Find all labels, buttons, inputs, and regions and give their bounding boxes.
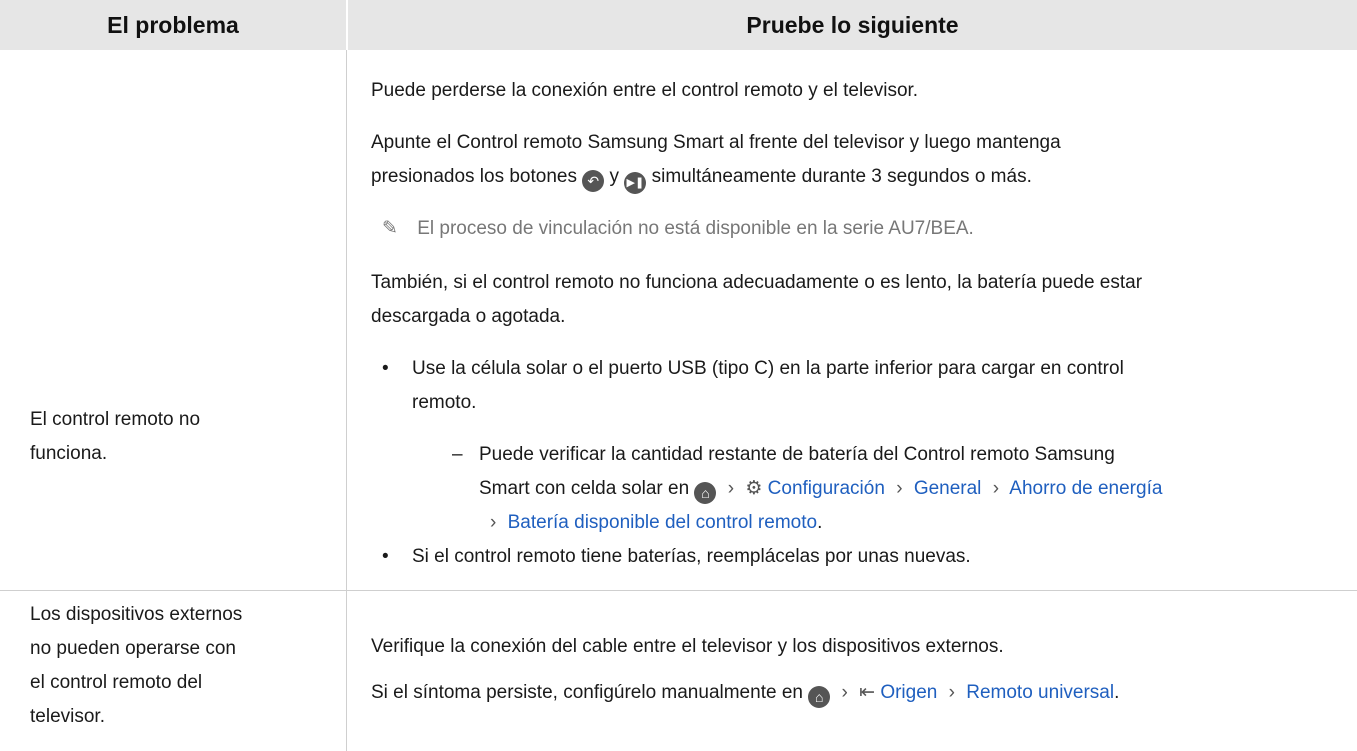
header-solution: Pruebe lo siguiente	[348, 0, 1357, 50]
row1-bullet1-line2: remoto.	[412, 392, 477, 413]
menu-general-link[interactable]: General	[914, 478, 982, 499]
menu-battery-link[interactable]: Batería disponible del control remoto	[508, 512, 817, 533]
row2-p2-text: Si el síntoma persiste, configúrelo manu…	[371, 682, 803, 703]
chevron-right-icon: ›	[727, 478, 735, 499]
row1-note-text: El proceso de vinculación no está dispon…	[417, 218, 974, 239]
row1-problem-line1: El control remoto no	[30, 409, 201, 430]
row1-note: ✎ El proceso de vinculación no está disp…	[382, 212, 974, 246]
chevron-right-icon: ›	[896, 478, 903, 499]
row1-sub-text: Smart con celda solar en	[479, 478, 690, 499]
row1-p2-text-b: y	[609, 166, 620, 187]
play-pause-icon: ▶❚	[624, 172, 647, 194]
row1-sub-line1: Puede verificar la cantidad restante de …	[479, 444, 1115, 465]
header-problem: El problema	[0, 0, 346, 50]
menu-source-link[interactable]: Origen	[880, 682, 937, 703]
bullet-icon: •	[382, 358, 389, 379]
row1-bullet2: Si el control remoto tiene baterías, ree…	[412, 546, 971, 567]
dash-icon: –	[452, 444, 463, 465]
row1-problem-line2: funciona.	[30, 443, 108, 464]
return-icon: ↶	[582, 170, 605, 192]
row2-paragraph2: Si el síntoma persiste, configúrelo manu…	[371, 676, 1119, 710]
row2-problem-line2: no pueden operarse con	[30, 638, 236, 659]
row1-bullet1-line1: Use la célula solar o el puerto USB (tip…	[412, 358, 1124, 379]
row2-paragraph1: Verifique la conexión del cable entre el…	[371, 636, 1004, 657]
menu-universal-link[interactable]: Remoto universal	[966, 682, 1114, 703]
column-divider	[346, 50, 347, 751]
row1-paragraph2-line2: presionados los botones ↶ y ▶❚ simultáne…	[371, 160, 1032, 194]
bullet-icon: •	[382, 546, 389, 567]
troubleshooting-table: El problema Pruebe lo siguiente El contr…	[0, 0, 1357, 751]
row1-paragraph1: Puede perderse la conexión entre el cont…	[371, 80, 919, 101]
row1-paragraph2-line1: Apunte el Control remoto Samsung Smart a…	[371, 132, 1061, 153]
row1-p2-text-a: presionados los botones	[371, 166, 577, 187]
chevron-right-icon: ›	[948, 682, 955, 703]
pencil-icon: ✎	[382, 218, 398, 239]
home-icon: ⌂	[694, 482, 717, 504]
row1-paragraph3-line2: descargada o agotada.	[371, 306, 566, 327]
row1-sub-line2: Smart con celda solar en ⌂ › ⚙ Configura…	[479, 472, 1162, 506]
menu-energy-link[interactable]: Ahorro de energía	[1009, 478, 1162, 499]
chevron-right-icon: ›	[992, 478, 1000, 499]
row1-sub-line3: › Batería disponible del control remoto.	[490, 512, 823, 533]
row-divider	[0, 590, 1357, 591]
home-icon: ⌂	[808, 686, 831, 708]
gear-icon: ⚙	[745, 478, 763, 499]
chevron-right-icon: ›	[490, 512, 497, 533]
source-icon: ⇤	[859, 682, 876, 703]
row2-problem-line3: el control remoto del	[30, 672, 203, 693]
chevron-right-icon: ›	[841, 682, 848, 703]
row1-paragraph3-line1: También, si el control remoto no funcion…	[371, 272, 1143, 293]
row1-p2-text-c: simultáneamente durante 3 segundos o más…	[651, 166, 1032, 187]
row2-problem-line4: televisor.	[30, 706, 105, 727]
menu-settings-link[interactable]: Configuración	[768, 478, 885, 499]
row2-problem-line1: Los dispositivos externos	[30, 604, 243, 625]
